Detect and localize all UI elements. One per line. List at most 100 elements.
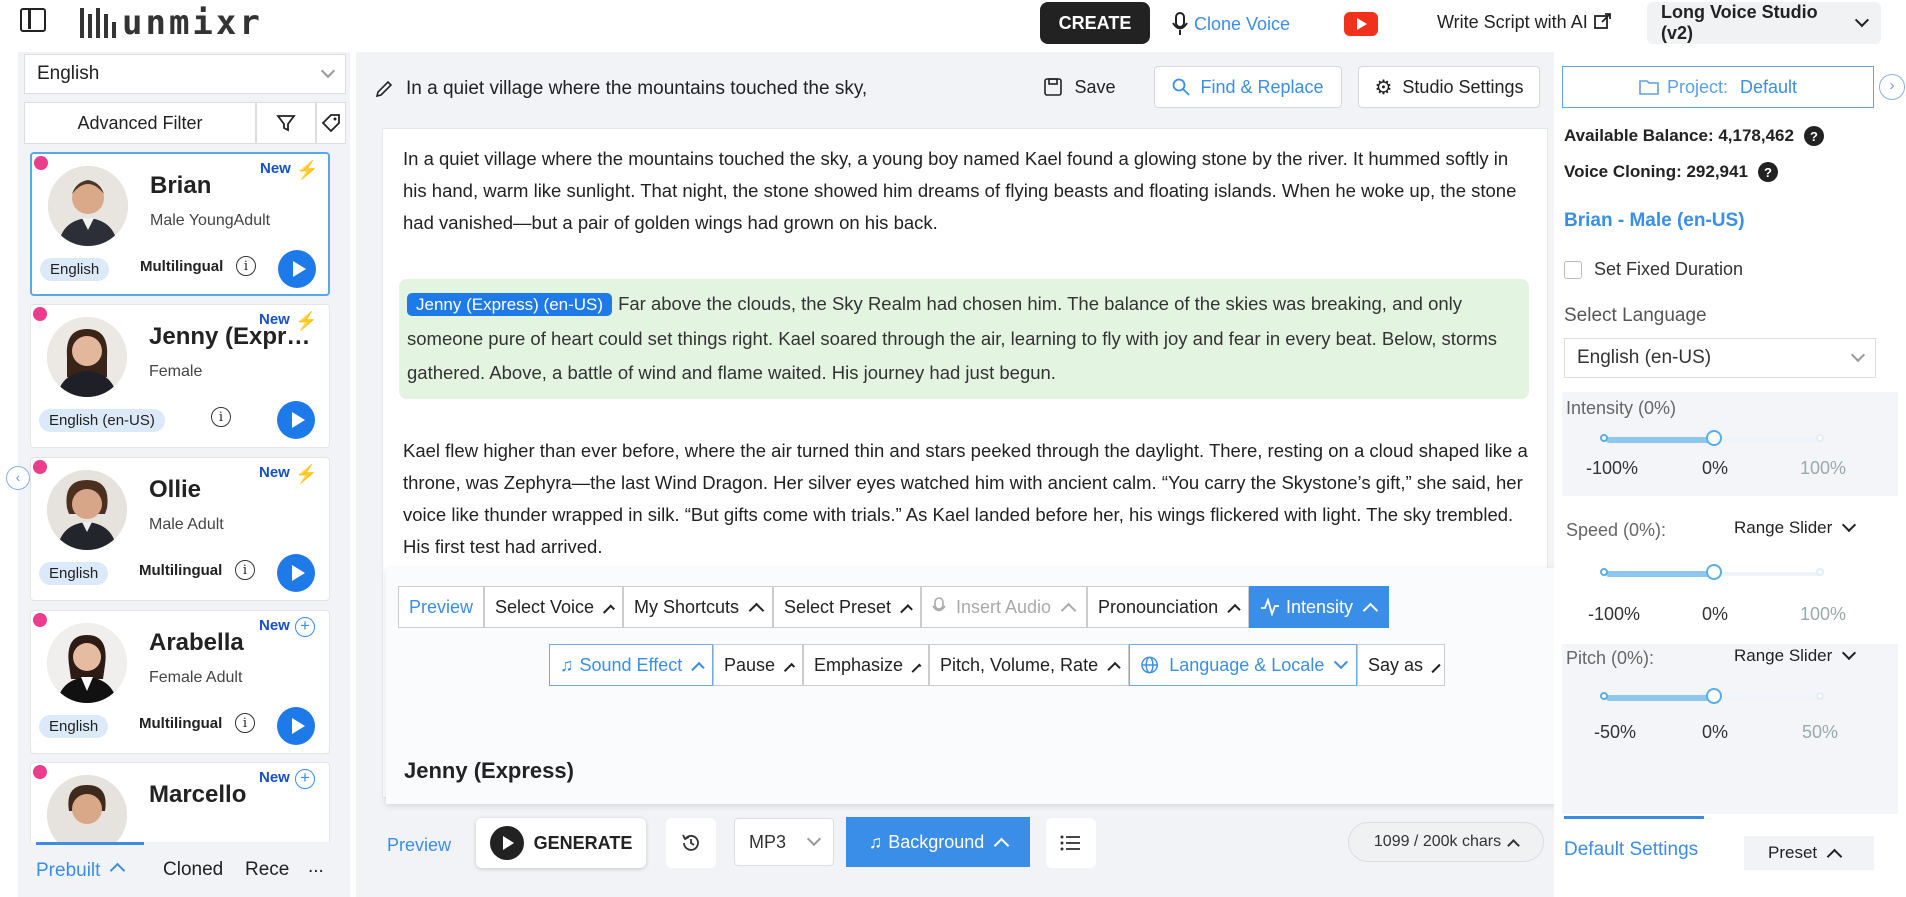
help-icon[interactable]: ? [1803, 126, 1824, 146]
slider-label-min: -100% [1588, 604, 1641, 624]
language-dropdown[interactable]: English (en-US) [1564, 338, 1876, 378]
logo-text: unmixr [122, 3, 263, 43]
select-preset-button[interactable]: Select Preset [773, 586, 921, 628]
insert-audio-button[interactable]: Insert Audio [921, 586, 1087, 628]
intensity-title: Intensity (0%) [1566, 398, 1677, 418]
info-icon[interactable]: i [211, 407, 231, 427]
voice-block-jenny[interactable]: Jenny (Express) (en-US) Far above the clo… [399, 279, 1529, 399]
youtube-icon[interactable] [1344, 12, 1378, 36]
preset-dropdown[interactable]: Preset [1744, 836, 1874, 870]
collapse-left-button[interactable]: ‹ [6, 466, 30, 490]
advanced-filter-button[interactable]: Advanced Filter [24, 102, 256, 144]
intensity-handle[interactable] [1706, 430, 1722, 446]
studio-settings-button[interactable]: ⚙ Studio Settings [1358, 66, 1540, 108]
history-button[interactable] [666, 818, 716, 868]
chevron-up-icon [748, 602, 765, 618]
studio-dropdown[interactable]: Long Voice Studio (v2) [1647, 2, 1881, 44]
checkbox[interactable] [1564, 260, 1582, 279]
language-badge: English [39, 562, 109, 585]
play-button[interactable] [277, 554, 315, 592]
voice-list-panel: English Advanced Filter Brian Male Young… [18, 52, 350, 897]
filter-icon [276, 115, 296, 132]
ssml-preview-button[interactable]: Preview [398, 586, 484, 628]
pitch-volume-rate-button[interactable]: Pitch, Volume, Rate [929, 644, 1129, 686]
music-note-icon: ♫ [868, 831, 883, 852]
tab-default-settings[interactable]: Default Settings [1564, 816, 1704, 874]
slider-label-mid: 0% [1702, 722, 1729, 742]
new-badge: New [259, 464, 290, 481]
voice-card-ollie[interactable]: Ollie Male Adult New ⚡ English Multiling… [30, 457, 330, 601]
add-icon[interactable]: + [295, 617, 315, 637]
avatar [47, 623, 127, 703]
language-select[interactable]: English [24, 54, 346, 94]
save-button[interactable]: Save [1028, 66, 1132, 108]
clone-voice-link[interactable]: Clone Voice [1172, 12, 1290, 36]
chevron-up-icon [691, 661, 705, 675]
say-as-button[interactable]: Say as [1357, 644, 1445, 686]
format-select[interactable]: MP3 [734, 818, 834, 866]
filter-button[interactable] [256, 102, 316, 144]
tab-cloned[interactable]: Cloned [163, 859, 223, 881]
pause-button[interactable]: Pause [713, 644, 803, 686]
slider-label-max: 100% [1800, 604, 1847, 624]
app-logo[interactable]: unmixr [78, 3, 263, 43]
chevron-up-icon [1362, 602, 1379, 618]
write-script-link[interactable]: Write Script with AI [1437, 12, 1612, 33]
speed-handle[interactable] [1706, 564, 1722, 580]
chevron-up-icon [900, 603, 913, 617]
list-button[interactable] [1046, 818, 1096, 868]
background-button[interactable]: ♫ Background [846, 817, 1030, 867]
tab-prebuilt[interactable]: Prebuilt [36, 842, 144, 897]
find-replace-button[interactable]: Find & Replace [1154, 66, 1342, 108]
microphone-icon [932, 597, 946, 612]
slider-label-min: -100% [1586, 458, 1639, 478]
sound-effect-button[interactable]: ♫ Sound Effect [549, 644, 713, 686]
sidebar-toggle-icon[interactable] [20, 8, 46, 32]
voice-card-brian[interactable]: Brian Male YoungAdult New ⚡ English Mult… [30, 152, 330, 296]
tab-recent[interactable]: Rece [245, 859, 289, 881]
voice-tag[interactable]: Jenny (Express) (en-US) [407, 293, 613, 316]
language-badge: English (en-US) [39, 409, 165, 432]
tabs-more-button[interactable]: ... [308, 856, 324, 878]
play-button[interactable] [277, 707, 315, 745]
editor-title[interactable]: In a quiet village where the mountains t… [374, 78, 867, 100]
pitch-handle[interactable] [1706, 688, 1722, 704]
preview-button[interactable]: Preview [374, 822, 464, 868]
select-voice-button[interactable]: Select Voice [484, 586, 623, 628]
pronounciation-button[interactable]: Pronounciation [1087, 586, 1249, 628]
language-locale-button[interactable]: Language & Locale [1129, 644, 1357, 686]
play-button[interactable] [277, 401, 315, 439]
collapse-right-button[interactable]: › [1879, 74, 1905, 100]
play-button[interactable] [278, 250, 316, 288]
generate-button[interactable]: GENERATE [476, 818, 646, 868]
voice-card-jenny[interactable]: Jenny (Express) Female New ⚡ English (en… [30, 304, 330, 448]
project-button[interactable]: Project: Default [1562, 66, 1874, 108]
fixed-duration-checkbox[interactable]: Set Fixed Duration [1564, 259, 1743, 280]
info-icon[interactable]: i [235, 560, 255, 580]
speed-fill [1606, 571, 1714, 577]
voice-name: Arabella [149, 629, 244, 656]
speed-range-slider-toggle[interactable]: Range Slider [1734, 517, 1857, 538]
char-count[interactable]: 1099 / 200k chars [1348, 822, 1544, 862]
help-icon[interactable]: ? [1757, 162, 1778, 182]
avatar [48, 166, 128, 246]
info-icon[interactable]: i [235, 713, 255, 733]
multilingual-label: Multilingual [139, 562, 223, 579]
tag-button[interactable] [316, 102, 346, 144]
voice-name: Brian [150, 172, 212, 199]
pitch-range-slider-toggle[interactable]: Range Slider [1734, 645, 1857, 666]
my-shortcuts-button[interactable]: My Shortcuts [623, 586, 773, 628]
slider-min-dot [1600, 692, 1608, 700]
intensity-button[interactable]: Intensity [1249, 586, 1389, 628]
paragraph-1[interactable]: In a quiet village where the mountains t… [403, 143, 1529, 239]
info-icon[interactable]: i [236, 256, 256, 276]
history-icon [682, 834, 699, 851]
add-icon[interactable]: + [295, 769, 315, 789]
paragraph-3[interactable]: Kael flew higher than ever before, where… [403, 435, 1529, 563]
emphasize-button[interactable]: Emphasize [803, 644, 929, 686]
avatar [47, 317, 127, 397]
chevron-up-icon [110, 862, 126, 879]
voice-card-arabella[interactable]: Arabella Female Adult New + English Mult… [30, 610, 330, 754]
pitch-section: Pitch (0%): Range Slider -50% 0% 50% [1562, 644, 1898, 814]
create-button[interactable]: CREATE [1040, 2, 1150, 44]
